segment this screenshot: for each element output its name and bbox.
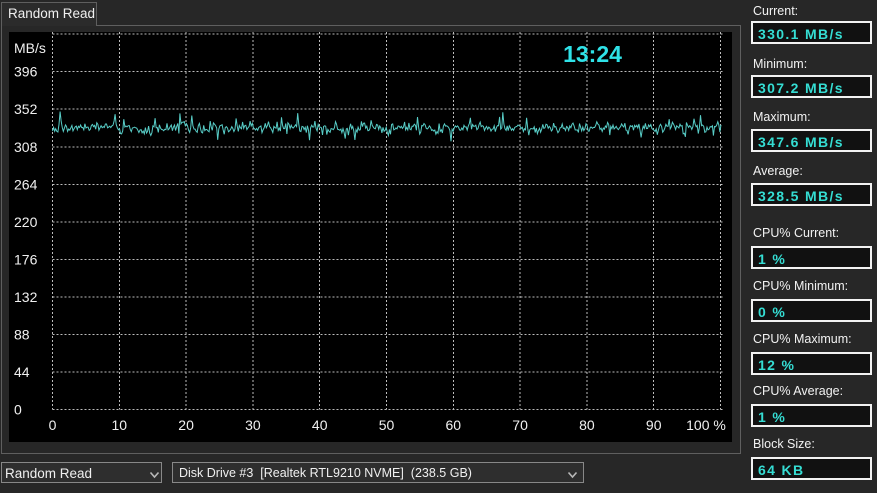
svg-text:40: 40 [312, 417, 328, 433]
svg-text:90: 90 [646, 417, 662, 433]
svg-text:60: 60 [446, 417, 462, 433]
svg-text:30: 30 [245, 417, 261, 433]
svg-text:308: 308 [14, 139, 38, 155]
svg-text:396: 396 [14, 64, 38, 80]
svg-text:50: 50 [379, 417, 395, 433]
svg-text:80: 80 [579, 417, 595, 433]
svg-text:352: 352 [14, 101, 38, 117]
svg-text:20: 20 [178, 417, 194, 433]
svg-text:132: 132 [14, 289, 38, 305]
svg-text:13:24: 13:24 [563, 41, 622, 67]
svg-text:MB/s: MB/s [14, 40, 46, 56]
svg-text:100 %: 100 % [686, 417, 726, 433]
svg-text:88: 88 [14, 327, 30, 343]
svg-text:176: 176 [14, 251, 38, 267]
svg-text:70: 70 [512, 417, 528, 433]
svg-text:264: 264 [14, 176, 38, 192]
svg-text:10: 10 [112, 417, 128, 433]
svg-text:220: 220 [14, 214, 38, 230]
svg-text:0: 0 [14, 402, 22, 418]
svg-text:44: 44 [14, 364, 30, 380]
svg-text:0: 0 [49, 417, 57, 433]
